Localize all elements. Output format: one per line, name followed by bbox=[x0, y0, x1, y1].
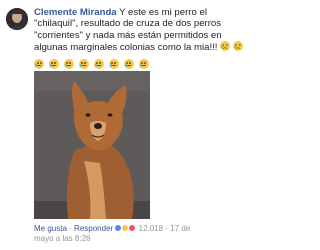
crying-face-icon bbox=[48, 58, 59, 69]
like-button[interactable]: Me gusta bbox=[34, 224, 67, 233]
crying-face-icon bbox=[108, 58, 119, 69]
separator: · bbox=[69, 224, 72, 233]
timestamp-cont[interactable]: mayo a las 8:26 bbox=[34, 234, 90, 243]
avatar[interactable] bbox=[6, 8, 28, 30]
crying-face-icon bbox=[78, 58, 89, 69]
crying-face-icon bbox=[63, 58, 74, 69]
love-reaction-icon bbox=[128, 224, 137, 232]
reply-button[interactable]: Responder bbox=[74, 224, 113, 233]
crying-face-icon bbox=[220, 41, 231, 52]
reaction-count[interactable]: 12.018 bbox=[139, 224, 163, 233]
dog-photo-icon bbox=[34, 71, 150, 219]
reactions[interactable] bbox=[114, 224, 138, 233]
emoji-row bbox=[34, 55, 149, 69]
comment-footer: Me gusta · Responder 12.018 · 17 de mayo… bbox=[34, 224, 246, 244]
comment-body: Clemente Miranda Y este es mi perro el "… bbox=[34, 7, 246, 54]
crying-face-icon bbox=[34, 58, 44, 69]
timestamp[interactable]: 17 de bbox=[170, 224, 190, 233]
comment-author[interactable]: Clemente Miranda bbox=[34, 7, 117, 18]
crying-face-icon bbox=[138, 58, 149, 69]
crying-face-icon bbox=[123, 58, 134, 69]
crying-face-icon bbox=[93, 58, 104, 69]
avatar-icon bbox=[6, 8, 28, 30]
crying-face-icon bbox=[232, 41, 243, 52]
separator: · bbox=[165, 224, 169, 233]
comment-photo[interactable] bbox=[34, 71, 150, 219]
